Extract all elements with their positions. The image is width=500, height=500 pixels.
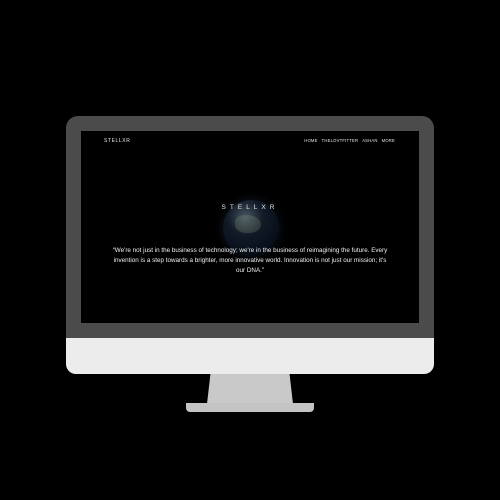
hero-wordmark: STELLXR [221,204,279,211]
site-logo[interactable]: STELLXR [104,138,130,144]
hero-quote: “We're not just in the business of techn… [112,247,388,275]
nav-item-thelovtfitter[interactable]: THELOVTFITTER [322,138,359,143]
monitor-screen: STELLXR HOME THELOVTFITTER ASHAN MORE ST… [81,131,419,323]
page-background: STELLXR HOME THELOVTFITTER ASHAN MORE ST… [0,0,500,500]
nav-item-ashan[interactable]: ASHAN [362,138,377,143]
nav-item-more[interactable]: MORE [382,138,395,143]
monitor-stand-base [186,403,314,412]
monitor-stand-neck [207,374,293,404]
monitor-chin [66,338,434,374]
earth-landmass [235,215,261,233]
main-nav: HOME THELOVTFITTER ASHAN MORE [304,138,395,143]
nav-item-home[interactable]: HOME [304,138,317,143]
